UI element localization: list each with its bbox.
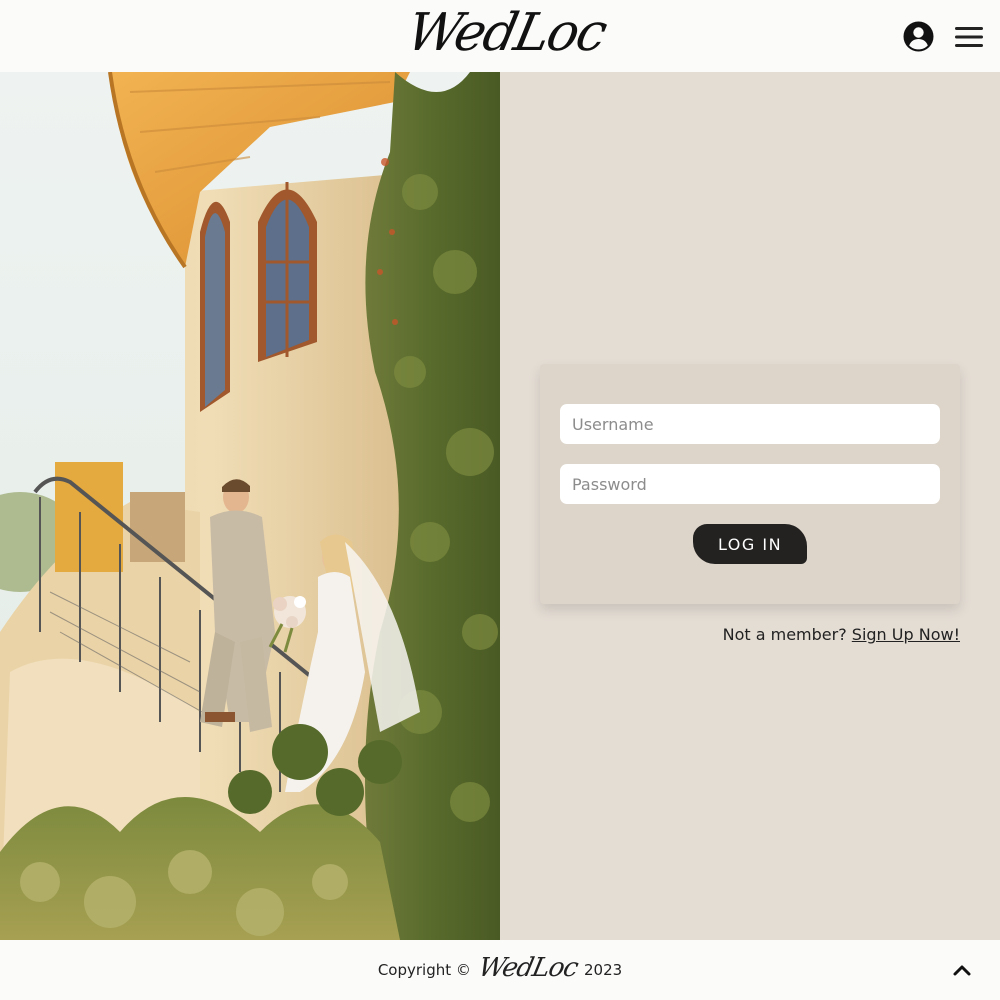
- signup-link[interactable]: Sign Up Now!: [852, 625, 960, 644]
- login-panel: LOG IN Not a member? Sign Up Now!: [500, 72, 1000, 940]
- user-circle-icon[interactable]: [903, 21, 934, 52]
- copyright-text: Copyright ©: [377, 961, 471, 979]
- username-input[interactable]: [560, 404, 940, 444]
- login-button[interactable]: LOG IN: [693, 524, 807, 564]
- footer-logo: WedLoc: [475, 953, 581, 983]
- site-footer: Copyright © WedLoc 2023: [0, 940, 1000, 1000]
- hamburger-menu-icon[interactable]: [955, 26, 983, 48]
- login-form: LOG IN: [540, 364, 960, 604]
- site-logo[interactable]: WedLoc: [401, 2, 611, 64]
- password-input[interactable]: [560, 464, 940, 504]
- wedding-couple-photo: [0, 72, 500, 940]
- copyright-line: Copyright © WedLoc 2023: [0, 940, 1000, 1000]
- chevron-up-icon[interactable]: [950, 958, 974, 982]
- copyright-year: 2023: [584, 961, 623, 979]
- signup-prompt: Not a member? Sign Up Now!: [723, 625, 960, 644]
- signup-prompt-text: Not a member?: [722, 625, 847, 644]
- hero-photo: [0, 72, 500, 940]
- site-header: WedLoc: [0, 0, 1000, 72]
